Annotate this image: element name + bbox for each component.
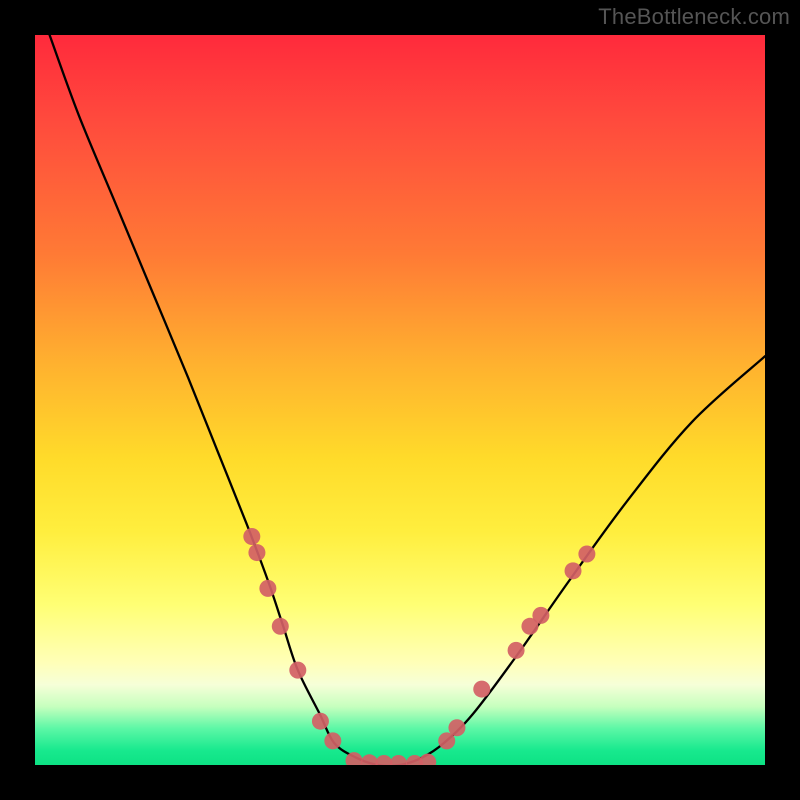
chart-svg bbox=[35, 35, 765, 765]
figure-canvas: TheBottleneck.com bbox=[0, 0, 800, 800]
marker-layer bbox=[243, 528, 595, 765]
watermark-label: TheBottleneck.com bbox=[598, 4, 790, 30]
bottleneck-curve-path bbox=[50, 35, 765, 765]
plot-area bbox=[35, 35, 765, 765]
